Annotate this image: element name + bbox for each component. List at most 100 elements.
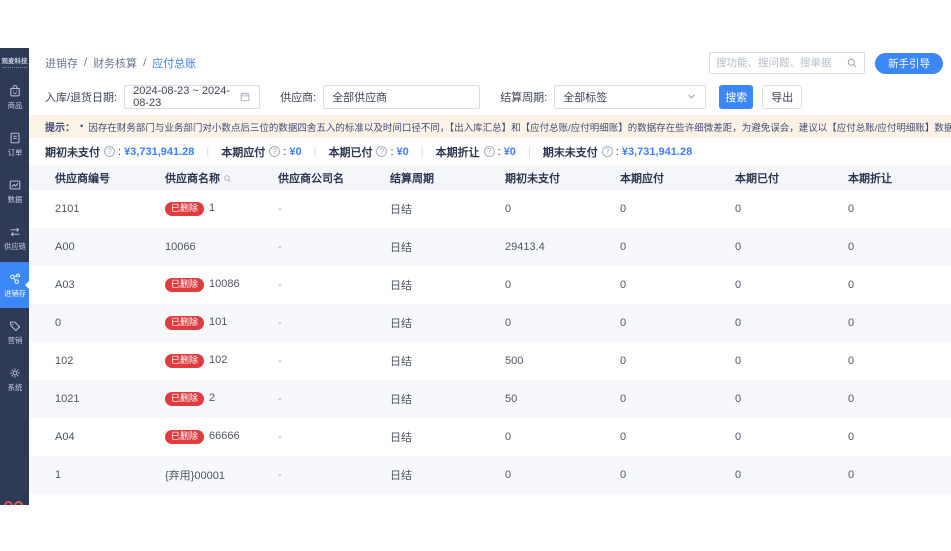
supplier-code-cell: 1021	[29, 380, 139, 418]
sidebar-item-label: 商品	[7, 100, 22, 110]
column-header-label: 供应商编号	[55, 173, 110, 185]
main-area: 进销存/财务核算/应付总账 新手引导 入库/退货日期: 2024-08-23 ~…	[29, 48, 951, 505]
company-name-cell: -	[252, 342, 364, 380]
column-header-label: 供应商名称	[165, 173, 220, 185]
order-icon	[8, 131, 22, 145]
suppliers-table-wrap: 供应商编号供应商名称供应商公司名结算周期期初未支付本期应付本期已付本期折让 21…	[29, 165, 951, 505]
sidebar-item-supply-chain[interactable]: 供应链	[0, 215, 29, 261]
share-nodes-icon	[8, 272, 22, 286]
settle-period-cell: 日结	[364, 380, 479, 418]
company-name-cell: -	[252, 266, 364, 304]
export-button[interactable]: 导出	[762, 85, 802, 109]
period-paid-cell: 0	[709, 190, 822, 228]
date-range-input[interactable]: 2024-08-23 ~ 2024-08-23	[124, 85, 260, 109]
supplier-name-cell: 已删除1	[139, 190, 252, 228]
sidebar-item-marketing[interactable]: 营销	[0, 309, 29, 355]
period-discount-cell: 0	[822, 228, 951, 266]
breadcrumb-item[interactable]: 财务核算	[93, 55, 137, 71]
sidebar: 观麦科技 商品订单数据供应链进销存营销系统	[0, 48, 29, 505]
supplier-code-cell: A03	[29, 266, 139, 304]
table-row: A0010066-日结29413.4000	[29, 228, 951, 266]
period-payable-cell: 0	[594, 418, 709, 456]
summary-item: 期初未支付?:¥3,731,941.28	[45, 144, 194, 160]
topbar: 进销存/财务核算/应付总账 新手引导	[29, 48, 951, 78]
summary-colon: :	[283, 146, 286, 158]
summary-colon: :	[390, 146, 393, 158]
supplier-code-cell: 1	[29, 456, 139, 494]
company-name-cell: -	[252, 418, 364, 456]
sidebar-item-inventory[interactable]: 进销存	[0, 262, 29, 308]
deleted-badge: 已删除	[165, 392, 204, 406]
global-search[interactable]	[709, 52, 865, 74]
column-header-label: 本期应付	[620, 173, 664, 185]
period-discount-cell: 0	[822, 266, 951, 304]
active-item-notch	[21, 281, 29, 289]
supplier-code-cell: 102	[29, 342, 139, 380]
opening-unpaid-cell: 500	[479, 342, 594, 380]
period-select-value: 全部标签	[563, 89, 686, 105]
help-icon[interactable]: ?	[104, 146, 115, 157]
summary-divider: |	[206, 146, 209, 158]
breadcrumb-separator: /	[143, 57, 146, 69]
column-search-icon[interactable]	[223, 174, 232, 183]
period-select[interactable]: 全部标签	[554, 85, 706, 109]
supplier-input-field[interactable]	[332, 91, 471, 103]
sidebar-item-goods[interactable]: 商品	[0, 74, 29, 120]
summary-label: 本期应付	[221, 144, 265, 160]
help-icon[interactable]: ?	[376, 146, 387, 157]
breadcrumb-item: 应付总账	[152, 55, 196, 71]
supplier-name: 66666	[209, 430, 240, 442]
supplier-code-cell: A04	[29, 418, 139, 456]
sidebar-item-label: 系统	[7, 382, 22, 392]
deleted-badge: 已删除	[165, 430, 204, 444]
column-header-7: 本期折让	[822, 165, 951, 190]
gear-icon	[8, 366, 22, 380]
summary-bar: 期初未支付?:¥3,731,941.28|本期应付?:¥0|本期已付?:¥0|本…	[29, 138, 951, 165]
period-payable-cell: 0	[594, 304, 709, 342]
column-header-label: 结算周期	[390, 173, 434, 185]
search-button[interactable]: 搜索	[719, 85, 753, 109]
settle-period-cell: 日结	[364, 304, 479, 342]
sidebar-item-orders[interactable]: 订单	[0, 121, 29, 167]
settle-period-cell: 日结	[364, 228, 479, 266]
bottom-partial-icon[interactable]	[4, 501, 23, 505]
tag-icon	[8, 319, 22, 333]
global-search-input[interactable]	[716, 57, 846, 69]
supplier-name-cell: 已删除2	[139, 380, 252, 418]
deleted-badge: 已删除	[165, 202, 204, 216]
sidebar-item-system[interactable]: 系统	[0, 356, 29, 402]
deleted-badge: 已删除	[165, 278, 204, 292]
period-paid-cell: 0	[709, 380, 822, 418]
opening-unpaid-cell: 0	[479, 304, 594, 342]
company-name-cell: -	[252, 190, 364, 228]
period-paid-cell: 0	[709, 228, 822, 266]
sidebar-item-label: 进销存	[3, 288, 25, 298]
supplier-code-cell: 2101	[29, 190, 139, 228]
period-payable-cell: 0	[594, 266, 709, 304]
summary-value: ¥0	[504, 146, 516, 158]
summary-value: ¥3,731,941.28	[124, 146, 194, 158]
summary-item: 期末未支付?:¥3,731,941.28	[543, 144, 692, 160]
newbie-guide-button[interactable]: 新手引导	[875, 53, 943, 74]
summary-label: 本期已付	[328, 144, 372, 160]
notice-prefix: 提示：	[45, 119, 75, 134]
period-paid-cell: 0	[709, 304, 822, 342]
deleted-badge: 已删除	[165, 316, 204, 330]
supplier-name-cell: 已删除10086	[139, 266, 252, 304]
opening-unpaid-cell: 29413.4	[479, 228, 594, 266]
supplier-name-cell: 已删除102	[139, 342, 252, 380]
search-icon[interactable]	[846, 57, 858, 69]
help-icon[interactable]: ?	[484, 146, 495, 157]
supplier-input[interactable]	[323, 85, 480, 109]
opening-unpaid-cell: 50	[479, 380, 594, 418]
breadcrumb-item[interactable]: 进销存	[45, 55, 78, 71]
supplier-code-cell: A00	[29, 228, 139, 266]
notice-bullet: •	[80, 121, 83, 132]
help-icon[interactable]: ?	[269, 146, 280, 157]
sidebar-item-data[interactable]: 数据	[0, 168, 29, 214]
help-icon[interactable]: ?	[602, 146, 613, 157]
chart-icon	[8, 178, 22, 192]
supplier-name-cell: 已删除 66666	[139, 418, 252, 456]
period-payable-cell: 0	[594, 342, 709, 380]
summary-divider: |	[421, 146, 424, 158]
